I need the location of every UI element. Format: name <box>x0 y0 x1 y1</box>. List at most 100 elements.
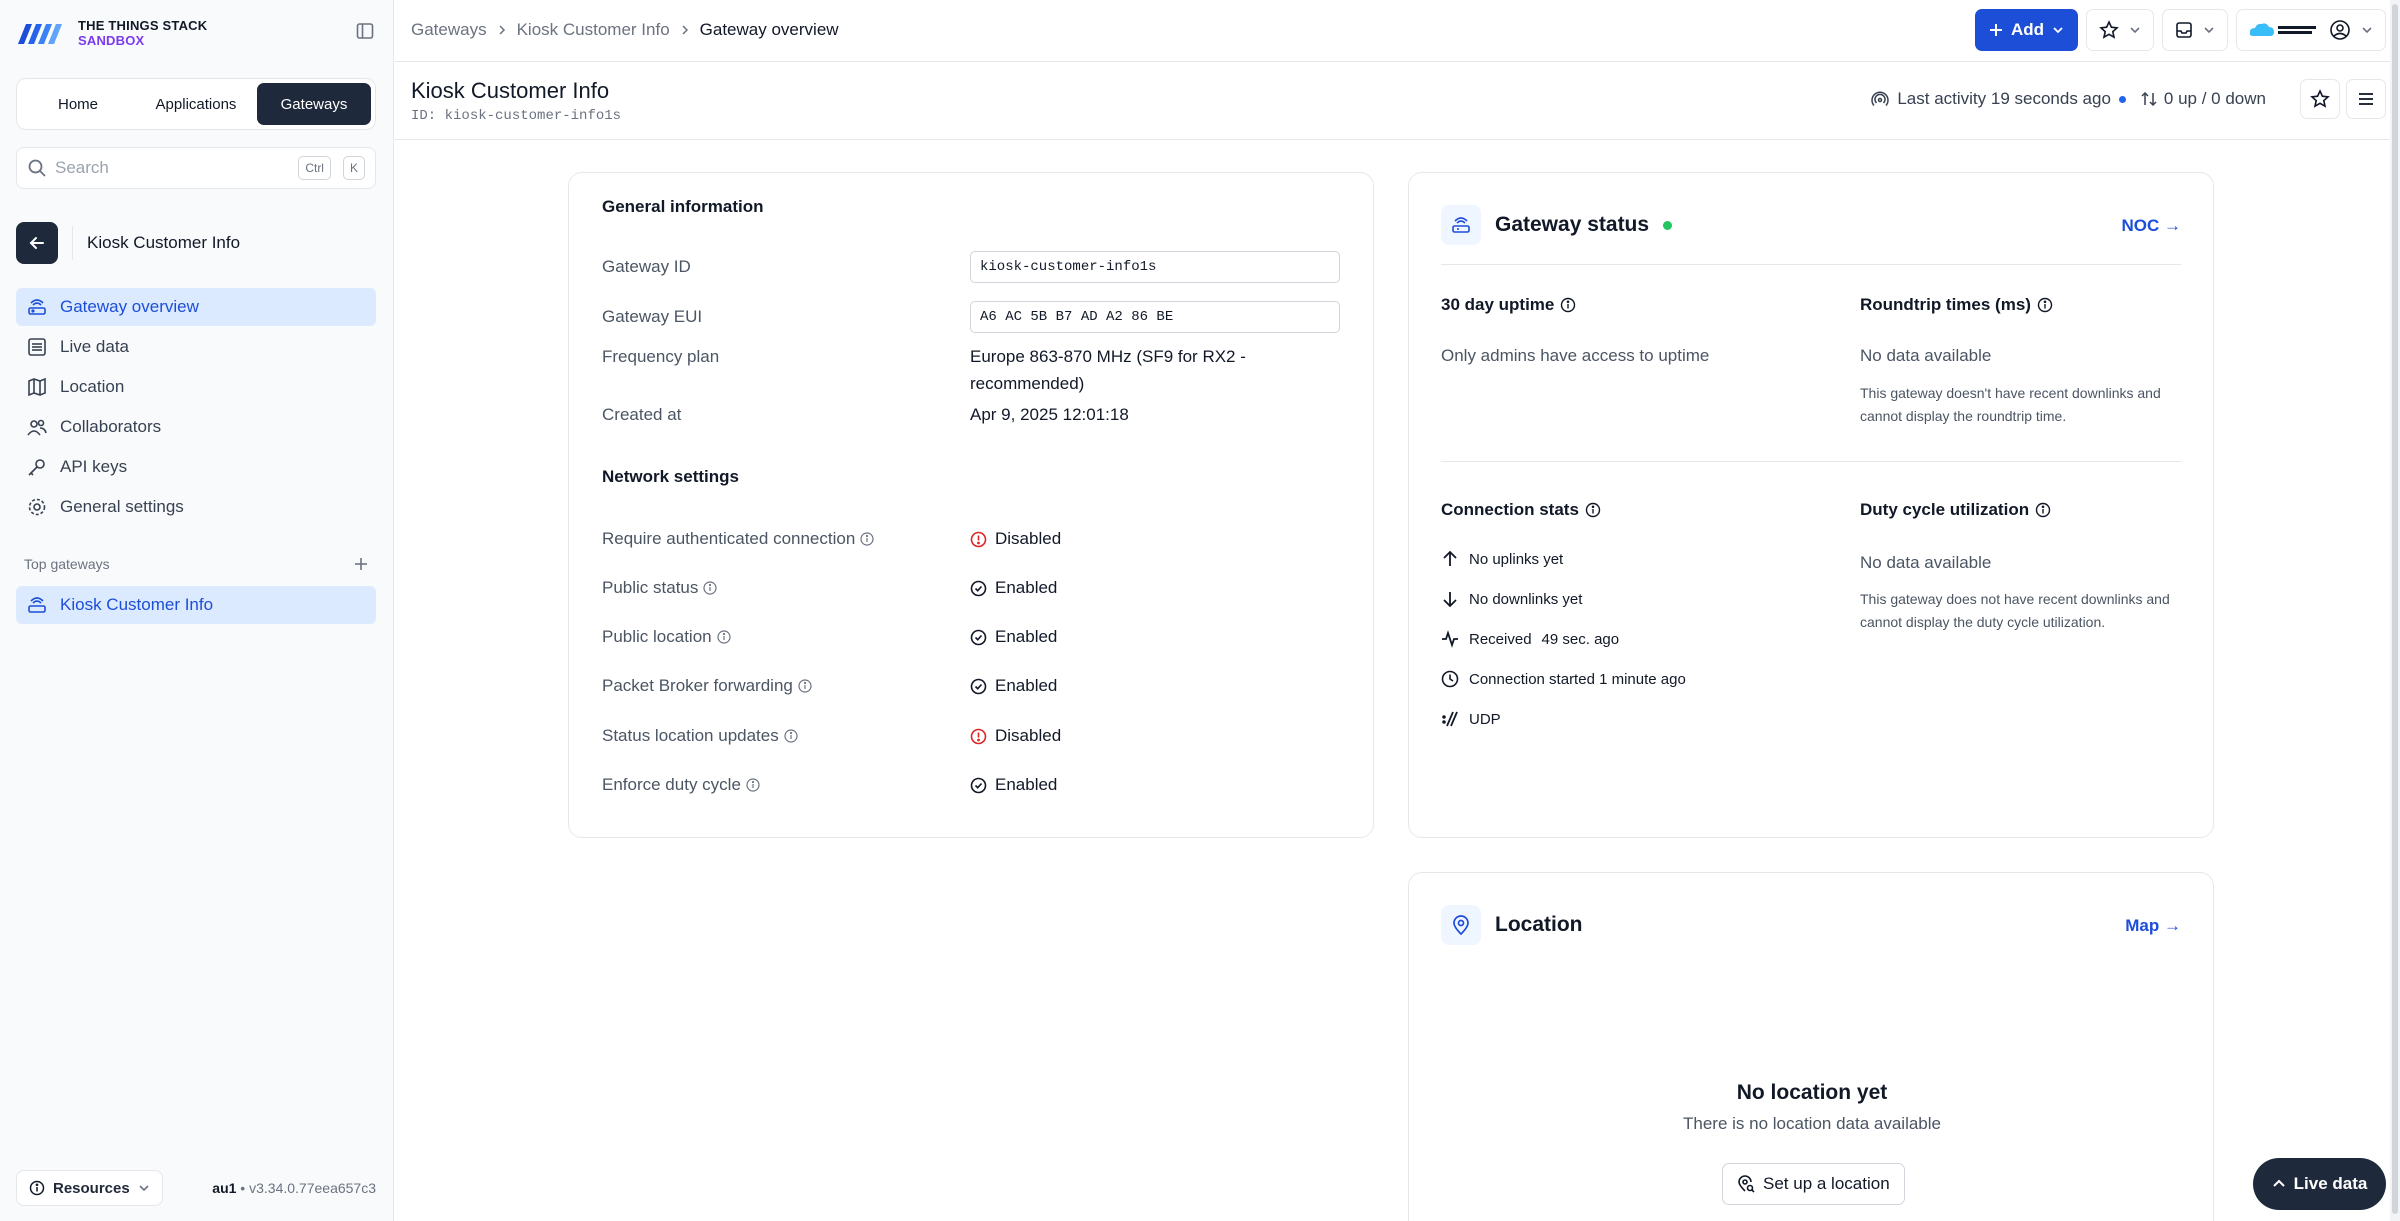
user-avatar-icon <box>2329 19 2351 41</box>
info-icon[interactable] <box>2037 297 2053 313</box>
gateway-status-header: Gateway status <box>1441 205 1673 245</box>
uptime-text: Only admins have access to uptime <box>1441 346 1710 365</box>
network-row-value: Enabled <box>970 676 1057 696</box>
roundtrip-title-text: Roundtrip times (ms) <box>1860 295 2031 314</box>
back-button[interactable] <box>16 222 58 264</box>
star-icon <box>2310 89 2330 109</box>
info-icon[interactable] <box>703 581 717 595</box>
last-activity-text: Last activity 19 seconds ago <box>1897 89 2111 108</box>
network-row-label: Status location updates <box>602 726 970 746</box>
sidebar-item-label: Collaborators <box>60 417 162 436</box>
router-icon <box>1441 205 1481 245</box>
region-label: au1 <box>212 1180 237 1196</box>
info-icon[interactable] <box>798 679 812 693</box>
activity-dot <box>2118 95 2126 103</box>
network-row: Packet Broker forwarding Enabled <box>602 676 1057 696</box>
sidebar-item-label: Location <box>60 377 125 396</box>
bookmarks-button[interactable] <box>2086 9 2154 51</box>
id-value: kiosk-customer-info1s <box>444 108 622 124</box>
row-label-text: Public status <box>602 578 699 597</box>
info-icon[interactable] <box>784 729 798 743</box>
tab-applications[interactable]: Applications <box>139 83 253 125</box>
sidebar-item-collaborators[interactable]: Collaborators <box>16 408 376 446</box>
sidebar-item-live-data[interactable]: Live data <box>16 328 376 366</box>
sidebar-item-label: API keys <box>60 457 128 476</box>
collapse-sidebar-icon[interactable] <box>356 22 374 40</box>
frequency-plan-value: Europe 863-870 MHz (SF9 for RX2 - recomm… <box>970 343 1246 397</box>
check-circle-icon <box>970 629 987 646</box>
info-icon[interactable] <box>746 778 760 792</box>
plus-icon[interactable] <box>354 557 368 571</box>
roundtrip-value: No data available <box>1860 346 1992 365</box>
plus-icon <box>1989 23 2003 37</box>
uplinks-stat: No uplinks yet <box>1441 550 1563 568</box>
logo-line1: THE THINGS STACK <box>78 18 208 33</box>
bookmark-button[interactable] <box>2300 79 2340 119</box>
info-icon[interactable] <box>2035 502 2051 518</box>
connection-stats-title: Connection stats <box>1441 500 1601 520</box>
context-header: Kiosk Customer Info <box>16 222 240 264</box>
roundtrip-note: This gateway doesn't have recent downlin… <box>1860 385 2161 424</box>
inbox-icon <box>2175 21 2193 39</box>
info-icon[interactable] <box>717 630 731 644</box>
network-row-value: Disabled <box>970 726 1061 746</box>
info-icon[interactable] <box>860 532 874 546</box>
map-link[interactable]: Map → <box>2125 916 2181 936</box>
sidebar-item-general-settings[interactable]: General settings <box>16 488 376 526</box>
general-information-title: General information <box>602 197 764 216</box>
chevron-down-icon <box>138 1182 150 1194</box>
account-menu-button[interactable] <box>2236 9 2386 51</box>
location-title: Location <box>1495 913 1583 936</box>
live-data-button[interactable]: Live data <box>2253 1158 2386 1210</box>
tab-gateways[interactable]: Gateways <box>257 83 371 125</box>
sidebar-item-gateway-overview[interactable]: Gateway overview <box>16 288 376 326</box>
sidebar-item-label: Gateway overview <box>60 297 199 316</box>
noc-link[interactable]: NOC → <box>2122 216 2182 236</box>
duty-cycle-title-text: Duty cycle utilization <box>1860 500 2030 519</box>
resources-button[interactable]: Resources <box>16 1170 163 1206</box>
gateway-icon <box>26 594 48 616</box>
gateway-eui-label: Gateway EUI <box>602 307 703 326</box>
uplinks-text: No uplinks yet <box>1469 550 1564 568</box>
header-actions: Add <box>1974 9 2386 51</box>
gateway-eui-value[interactable]: A6 AC 5B B7 AD A2 86 BE <box>970 301 1340 333</box>
sidebar-item-location[interactable]: Location <box>16 368 376 406</box>
no-location-text: There is no location data available <box>1683 1114 1941 1133</box>
more-menu-button[interactable] <box>2346 79 2386 119</box>
general-information-card: General information Gateway ID kiosk-cus… <box>568 172 1374 838</box>
logo[interactable]: THE THINGS STACK SANDBOX <box>16 18 207 48</box>
set-up-location-button[interactable]: Set up a location <box>1722 1163 1905 1205</box>
duty-cycle-value: No data available <box>1860 553 1992 572</box>
kbd-k: K <box>342 156 365 180</box>
traffic-counter: 0 up / 0 down <box>2140 89 2266 109</box>
sidebar-item-api-keys[interactable]: API keys <box>16 448 376 486</box>
chevron-down-icon <box>2203 24 2215 36</box>
version-label: v3.34.0.77eea657c3 <box>249 1180 376 1196</box>
info-icon[interactable] <box>1560 297 1576 313</box>
network-row: Enforce duty cycle Enabled <box>602 775 1057 795</box>
scrollbar-thumb[interactable] <box>2392 4 2398 1214</box>
sidebar-item-label: General settings <box>60 497 184 516</box>
chevron-up-icon <box>2272 1177 2286 1191</box>
notifications-button[interactable] <box>2162 9 2228 51</box>
top-gateway-item[interactable]: Kiosk Customer Info <box>16 586 376 624</box>
gateway-id-value[interactable]: kiosk-customer-info1s <box>970 251 1340 283</box>
chevron-right-icon <box>497 24 507 36</box>
info-icon[interactable] <box>1585 502 1601 518</box>
breadcrumb-gateway[interactable]: Kiosk Customer Info <box>517 20 670 40</box>
search-input[interactable]: Search Ctrl K <box>16 147 376 189</box>
info-icon <box>29 1180 45 1196</box>
last-activity: Last activity 19 seconds ago <box>1871 89 2126 109</box>
chevron-down-icon <box>2129 24 2141 36</box>
alert-circle-icon <box>970 531 987 548</box>
gear-icon <box>26 496 48 518</box>
ttn-logo-icon <box>16 18 68 48</box>
top-gateway-label: Kiosk Customer Info <box>60 595 214 614</box>
logo-text: THE THINGS STACK SANDBOX <box>78 18 207 48</box>
add-button[interactable]: Add <box>1974 9 2078 51</box>
version-info: au1 • v3.34.0.77eea657c3 <box>212 1180 376 1196</box>
breadcrumb-gateways[interactable]: Gateways <box>411 20 487 40</box>
gateway-eui-row: Gateway EUI A6 AC 5B B7 AD A2 86 BE <box>602 301 1340 333</box>
tab-home[interactable]: Home <box>21 83 135 125</box>
no-location-title: No location yet <box>1736 1081 1888 1104</box>
